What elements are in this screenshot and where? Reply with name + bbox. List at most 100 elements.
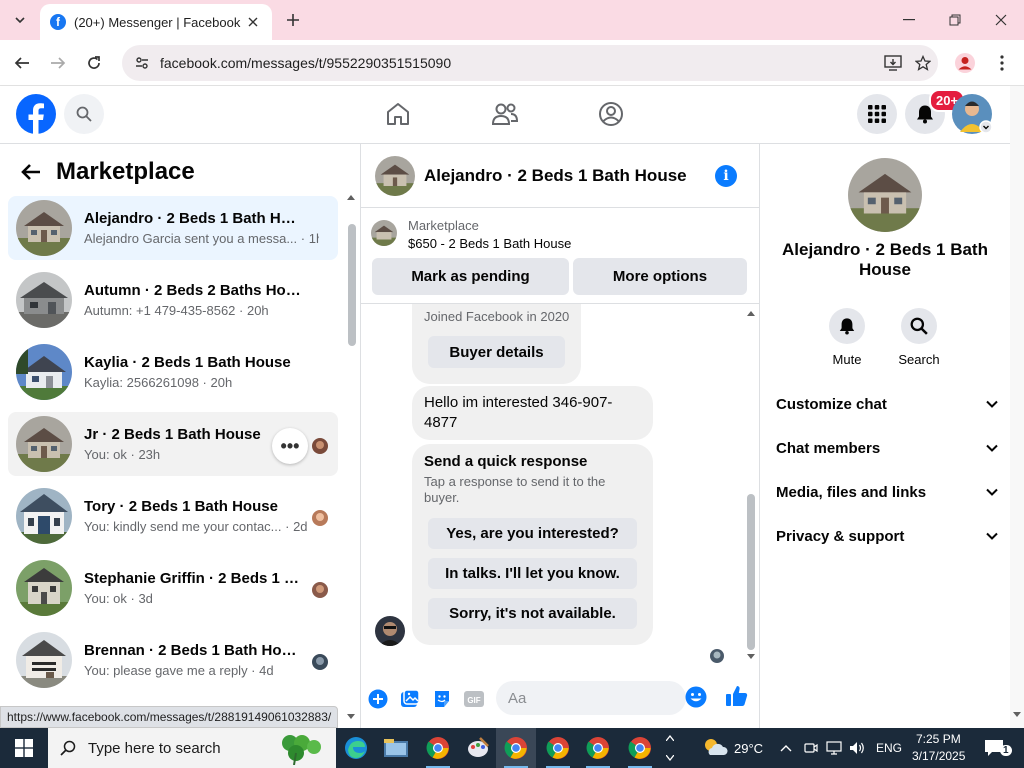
chat-item-brennan[interactable]: Brennan · 2 Beds 1 Bath House You: pleas…	[8, 628, 338, 692]
chat-list-scroll-thumb[interactable]	[348, 224, 356, 346]
details-title: Alejandro · 2 Beds 1 Bath House	[782, 240, 988, 279]
url-text[interactable]: facebook.com/messages/t/9552290351515090	[160, 55, 878, 71]
menu-grid-icon[interactable]	[857, 94, 897, 134]
quick-response-button[interactable]: In talks. I'll let you know.	[428, 558, 637, 589]
home-nav-icon[interactable]	[374, 92, 422, 136]
tab-search-chevron-icon[interactable]	[8, 8, 32, 32]
address-bar[interactable]: facebook.com/messages/t/9552290351515090	[122, 45, 938, 81]
mark-as-pending-button[interactable]: Mark as pending	[372, 258, 569, 295]
browser-profile-icon[interactable]	[954, 52, 976, 74]
chat-item-stephanie[interactable]: Stephanie Griffin · 2 Beds 1 Ba... You: …	[8, 556, 338, 620]
show-hidden-icons-chevron-icon[interactable]	[778, 740, 794, 756]
new-tab-plus-icon[interactable]	[282, 9, 304, 31]
friends-nav-icon[interactable]	[481, 92, 529, 136]
taskbar-chrome-active-icon[interactable]	[496, 728, 536, 768]
chat-name: Autumn · 2 Beds 2 Baths House	[84, 282, 304, 299]
message-scrollbar[interactable]	[744, 304, 758, 660]
listing-thumbnail[interactable]	[371, 220, 397, 246]
chat-name: Jr · 2 Beds 1 Bath House	[84, 426, 261, 443]
listing-price[interactable]: $650 - 2 Beds 1 Bath House	[408, 236, 571, 251]
install-app-icon[interactable]	[878, 48, 908, 78]
facebook-search-icon[interactable]	[64, 94, 104, 134]
quick-response-button[interactable]: Sorry, it's not available.	[428, 598, 637, 629]
search-in-conversation-button[interactable]: Search	[889, 308, 949, 367]
taskbar-scroll-arrows-icon[interactable]	[662, 732, 678, 764]
notification-count: 1	[1000, 745, 1012, 756]
message-thread: Joined Facebook in 2020 Buyer details He…	[361, 304, 759, 666]
seen-avatar	[312, 510, 328, 526]
language-indicator[interactable]: ENG	[876, 741, 902, 755]
chat-more-options-icon[interactable]: •••	[272, 428, 308, 464]
thumbs-up-like-icon[interactable]	[725, 684, 751, 710]
chat-item-kaylia[interactable]: Kaylia · 2 Beds 1 Bath House Kaylia: 256…	[8, 340, 338, 404]
search-icon	[901, 308, 937, 344]
gif-icon[interactable]: GIF	[463, 688, 485, 710]
chat-item-autumn[interactable]: Autumn · 2 Beds 2 Baths House Autumn: +1…	[8, 268, 338, 332]
facebook-logo-icon[interactable]	[16, 94, 56, 134]
taskbar-paint-icon[interactable]	[458, 728, 498, 768]
chevron-down-icon	[986, 532, 998, 540]
mute-button[interactable]: Mute	[817, 308, 877, 367]
clock-date[interactable]: 3/17/2025	[912, 749, 965, 763]
chat-list-scrollbar[interactable]	[344, 194, 358, 722]
weather-temperature[interactable]: 29°C	[734, 741, 763, 756]
link-status-bar: https://www.facebook.com/messages/t/2881…	[0, 706, 339, 728]
minimize-window-icon[interactable]	[886, 0, 932, 40]
customize-chat-section[interactable]: Customize chat	[776, 392, 998, 416]
more-options-button[interactable]: More options	[573, 258, 747, 295]
sender-avatar[interactable]	[375, 616, 405, 646]
close-window-icon[interactable]	[978, 0, 1024, 40]
conversation-thumbnail[interactable]	[375, 155, 415, 196]
taskbar-edge-icon[interactable]	[336, 728, 376, 768]
weather-icon[interactable]	[702, 736, 728, 758]
chat-item-jr[interactable]: Jr · 2 Beds 1 Bath House You: ok · 23h •…	[8, 412, 338, 476]
sticker-icon[interactable]	[431, 688, 453, 710]
browser-tab-messenger[interactable]: f (20+) Messenger | Facebook	[40, 4, 272, 40]
browser-menu-icon[interactable]	[992, 51, 1012, 75]
tab-title: (20+) Messenger | Facebook	[74, 14, 241, 30]
chat-item-alejandro[interactable]: Alejandro · 2 Beds 1 Bath House Alejandr…	[8, 196, 338, 260]
buyer-details-button[interactable]: Buyer details	[428, 336, 565, 368]
windows-start-icon[interactable]	[0, 728, 48, 768]
reload-icon[interactable]	[82, 51, 106, 75]
details-thumbnail[interactable]	[848, 158, 922, 232]
quick-response-button[interactable]: Yes, are you interested?	[428, 518, 637, 549]
chat-snippet: You: please gave me a reply · 4d	[84, 663, 274, 678]
back-arrow-icon[interactable]	[14, 156, 48, 188]
site-info-icon[interactable]	[124, 55, 160, 71]
media-files-links-section[interactable]: Media, files and links	[776, 480, 998, 504]
volume-speaker-icon[interactable]	[849, 740, 865, 756]
add-plus-icon[interactable]	[367, 688, 389, 710]
forward-arrow-icon[interactable]	[46, 51, 70, 75]
taskbar-chrome-icon[interactable]	[418, 728, 458, 768]
network-icon[interactable]	[826, 740, 842, 756]
quick-response-title: Send a quick response	[424, 453, 588, 470]
chat-item-tory[interactable]: Tory · 2 Beds 1 Bath House You: kindly s…	[8, 484, 338, 548]
taskbar-search-box[interactable]: Type here to search	[48, 728, 336, 768]
meet-now-icon[interactable]	[803, 740, 819, 756]
conversation-header: Alejandro · 2 Beds 1 Bath House i	[361, 144, 759, 208]
restore-window-icon[interactable]	[932, 0, 978, 40]
photo-icon[interactable]	[399, 688, 421, 710]
privacy-support-section[interactable]: Privacy & support	[776, 524, 998, 548]
info-icon[interactable]: i	[715, 164, 737, 187]
conversation-title[interactable]: Alejandro · 2 Beds 1 Bath House	[424, 166, 715, 186]
message-line: Hello im interested 346-907-	[424, 394, 613, 411]
chat-snippet: Alejandro Garcia sent you a messa... · 1…	[84, 231, 319, 246]
taskbar-chrome-icon[interactable]	[538, 728, 578, 768]
page-scrollbar[interactable]	[1010, 86, 1024, 728]
taskbar-chrome-icon[interactable]	[620, 728, 660, 768]
message-scroll-thumb[interactable]	[747, 494, 755, 650]
chat-members-section[interactable]: Chat members	[776, 436, 998, 460]
emoji-icon[interactable]	[685, 686, 709, 710]
tab-close-icon[interactable]	[244, 13, 262, 31]
taskbar-chrome-icon[interactable]	[578, 728, 618, 768]
account-avatar[interactable]	[952, 94, 994, 134]
back-arrow-icon[interactable]	[10, 51, 34, 75]
clock-time[interactable]: 7:25 PM	[916, 732, 961, 746]
message-input[interactable]: Aa	[496, 681, 686, 715]
bookmark-star-icon[interactable]	[908, 48, 938, 78]
browser-toolbar: facebook.com/messages/t/9552290351515090	[0, 40, 1024, 86]
groups-nav-icon[interactable]	[587, 92, 635, 136]
taskbar-file-explorer-icon[interactable]	[376, 728, 416, 768]
